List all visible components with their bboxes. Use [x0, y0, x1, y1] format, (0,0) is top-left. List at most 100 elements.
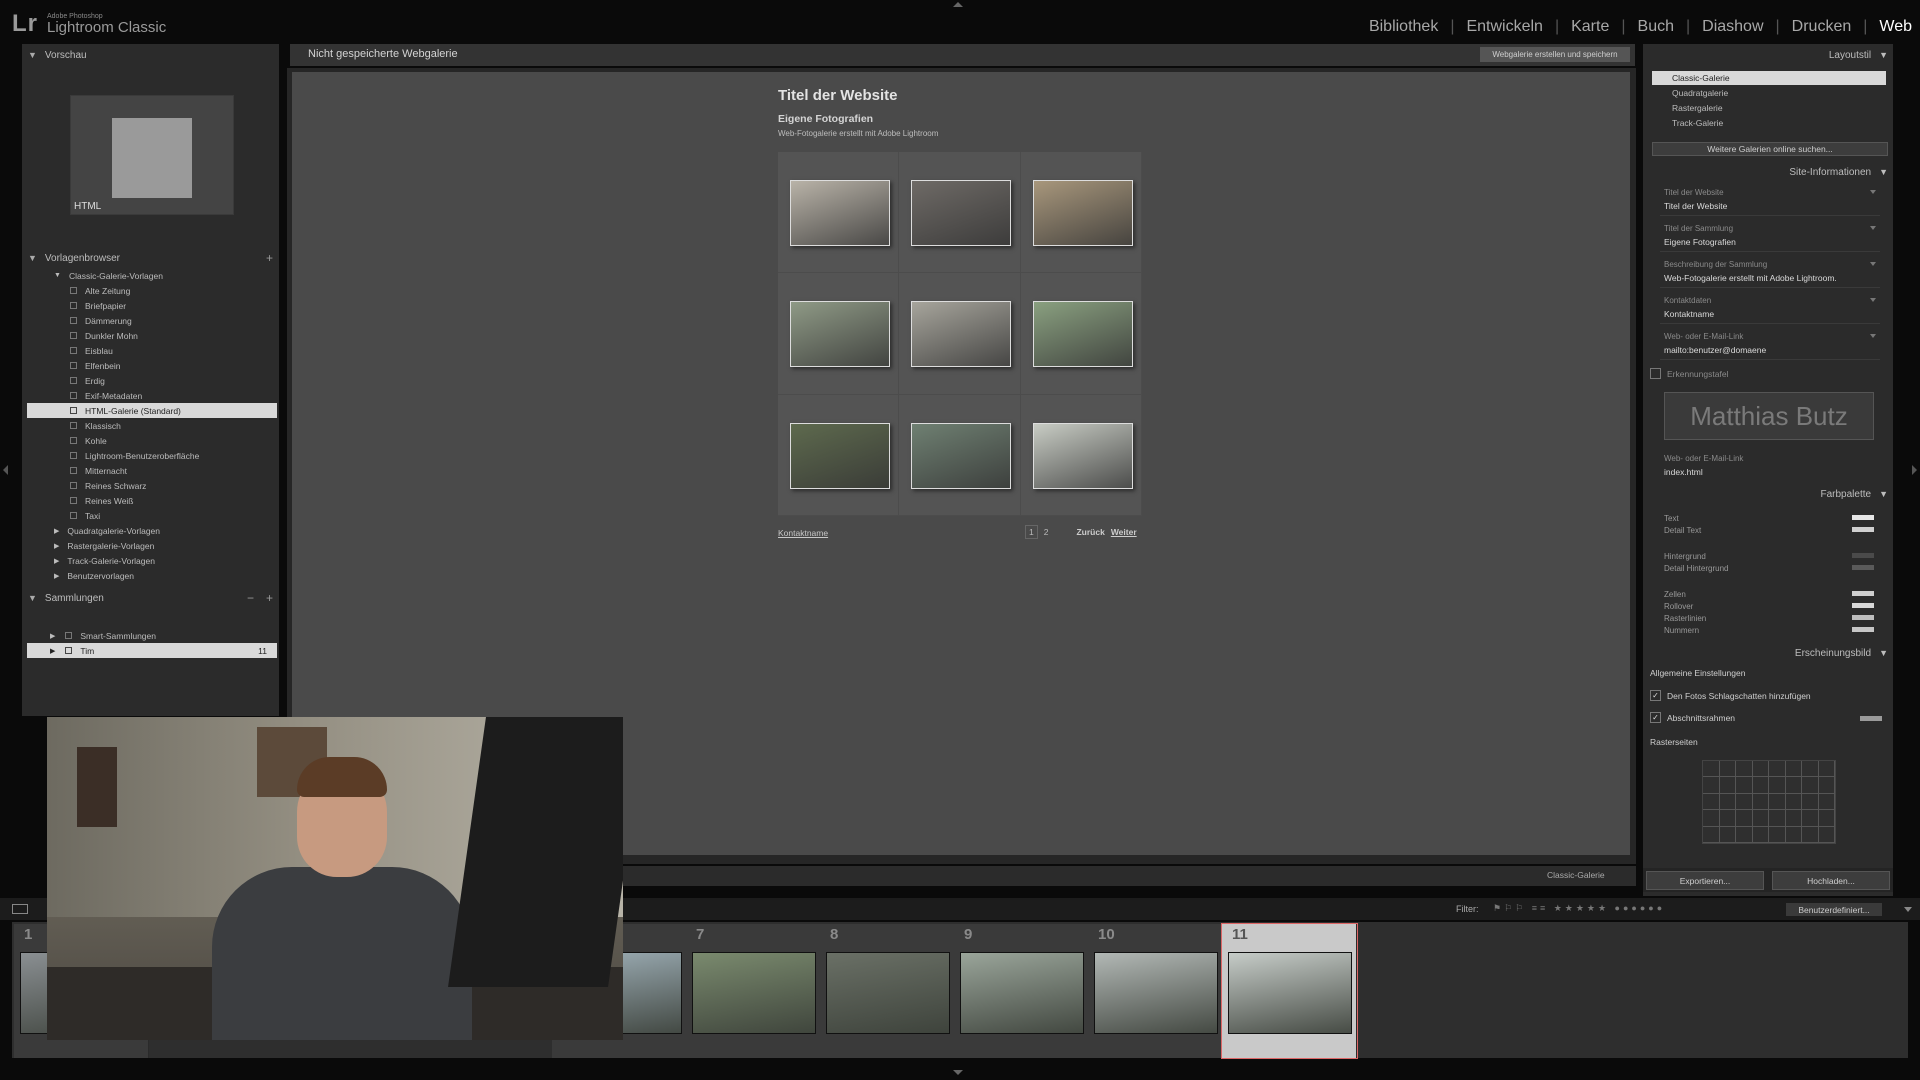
preview-panel-header[interactable]: ▼ Vorschau [22, 45, 279, 65]
grid-size-cell[interactable] [1769, 810, 1786, 827]
grid-size-cell[interactable] [1769, 826, 1786, 843]
next-page-link[interactable]: Weiter [1111, 527, 1137, 537]
grid-size-cell[interactable] [1703, 810, 1720, 827]
filmstrip-cell[interactable]: 9 [954, 924, 1089, 1058]
filmstrip-thumbnail[interactable] [960, 952, 1084, 1034]
site-info-field-value[interactable]: Web-Fotogalerie erstellt mit Adobe Light… [1664, 273, 1837, 283]
template-item[interactable]: Alte Zeitung [27, 283, 277, 298]
module-buch[interactable]: Buch [1638, 18, 1674, 36]
template-item[interactable]: Reines Weiß [27, 493, 277, 508]
filmstrip-thumbnail[interactable] [692, 952, 816, 1034]
collection-item-tim[interactable]: ▶ Tim 11 [27, 643, 277, 658]
remove-collection-icon[interactable]: − [247, 591, 254, 605]
template-item[interactable]: Erdig [27, 373, 277, 388]
grid-size-cell[interactable] [1769, 777, 1786, 794]
template-item[interactable]: Reines Schwarz [27, 478, 277, 493]
grid-size-cell[interactable] [1736, 761, 1753, 778]
right-panel-toggle-icon[interactable] [1912, 465, 1917, 475]
page-2-button[interactable]: 2 [1044, 527, 1049, 537]
site-info-header[interactable]: Site-Informationen ▼ [1789, 167, 1888, 178]
gallery-thumbnail[interactable] [1032, 180, 1133, 246]
layout-style-header[interactable]: Layoutstil ▼ [1829, 50, 1888, 61]
color-palette-row[interactable]: Rasterlinien [1664, 614, 1874, 623]
grid-size-cell[interactable] [1736, 793, 1753, 811]
field-dropdown-icon[interactable] [1870, 298, 1876, 302]
template-item[interactable]: Kohle [27, 433, 277, 448]
grid-size-cell[interactable] [1818, 761, 1835, 778]
gallery-thumbnail[interactable] [911, 301, 1012, 368]
template-item[interactable]: HTML-Galerie (Standard) [27, 403, 277, 418]
template-group[interactable]: ▶ Track-Galerie-Vorlagen [27, 553, 277, 568]
color-palette-row[interactable]: Rollover [1664, 602, 1874, 611]
grid-cell[interactable] [899, 394, 1021, 516]
grid-cell[interactable] [1020, 152, 1142, 274]
collection-description[interactable]: Web-Fotogalerie erstellt mit Adobe Light… [778, 129, 938, 138]
grid-size-cell[interactable] [1719, 777, 1736, 794]
module-entwickeln[interactable]: Entwickeln [1466, 18, 1542, 36]
template-item[interactable]: Klassisch [27, 418, 277, 433]
field-dropdown-icon[interactable] [1870, 334, 1876, 338]
flag-filter-icons[interactable]: ⚑⚐⚐ ≡≡ ★★★★★ ●●●●●● [1493, 903, 1665, 914]
module-diashow[interactable]: Diashow [1702, 18, 1763, 36]
grid-size-cell[interactable] [1703, 793, 1720, 811]
filter-lock-icon[interactable] [1904, 907, 1912, 912]
grid-size-cell[interactable] [1703, 826, 1720, 843]
grid-size-cell[interactable] [1736, 777, 1753, 794]
identity-link-field[interactable]: index.html [1664, 467, 1703, 477]
field-dropdown-icon[interactable] [1870, 262, 1876, 266]
grid-size-cell[interactable] [1719, 810, 1736, 827]
identity-plate[interactable]: Matthias Butz [1664, 392, 1874, 440]
left-panel-toggle-icon[interactable] [3, 465, 8, 475]
template-item[interactable]: Lightroom-Benutzeroberfläche [27, 448, 277, 463]
gallery-thumbnail[interactable] [1032, 422, 1133, 489]
gallery-thumbnail[interactable] [790, 180, 890, 246]
grid-size-cell[interactable] [1719, 826, 1736, 843]
color-palette-row[interactable]: Hintergrund [1664, 552, 1874, 561]
grid-view-icon[interactable] [12, 904, 28, 914]
gallery-thumbnail[interactable] [1032, 301, 1133, 368]
template-group[interactable]: ▶ Benutzervorlagen [27, 568, 277, 583]
gallery-thumbnail[interactable] [911, 180, 1012, 246]
filmstrip-cell[interactable]: 8 [820, 924, 955, 1058]
find-more-galleries-button[interactable]: Weitere Galerien online suchen... [1652, 142, 1888, 156]
gallery-thumbnail[interactable] [790, 422, 890, 489]
template-group[interactable]: ▶ Quadratgalerie-Vorlagen [27, 523, 277, 538]
template-group[interactable]: ▶ Rastergalerie-Vorlagen [27, 538, 277, 553]
template-item[interactable]: Exif-Metadaten [27, 388, 277, 403]
grid-size-cell[interactable] [1752, 793, 1769, 811]
grid-cell[interactable] [1020, 394, 1142, 516]
color-swatch[interactable] [1852, 565, 1874, 570]
color-palette-row[interactable]: Zellen [1664, 590, 1874, 599]
top-panel-toggle-icon[interactable] [953, 2, 963, 7]
grid-size-cell[interactable] [1703, 761, 1720, 778]
grid-size-cell[interactable] [1802, 761, 1819, 778]
template-browser-header[interactable]: ▼ Vorlagenbrowser + [22, 248, 279, 268]
layout-style-item[interactable]: Quadratgalerie [1652, 86, 1886, 100]
field-dropdown-icon[interactable] [1870, 190, 1876, 194]
layout-style-item[interactable]: Track-Galerie [1652, 116, 1886, 130]
grid-size-cell[interactable] [1752, 761, 1769, 778]
checkbox-checked-icon[interactable]: ✓ [1650, 712, 1661, 723]
template-item[interactable]: Taxi [27, 508, 277, 523]
filmstrip-cell[interactable]: 11 [1221, 923, 1358, 1059]
page-1-button[interactable]: 1 [1025, 525, 1038, 539]
template-item[interactable]: Elfenbein [27, 358, 277, 373]
gallery-thumbnail[interactable] [911, 422, 1012, 489]
grid-size-cell[interactable] [1703, 777, 1720, 794]
add-template-icon[interactable]: + [266, 251, 273, 265]
color-swatch[interactable] [1852, 527, 1874, 532]
grid-size-cell[interactable] [1769, 761, 1786, 778]
site-info-field-value[interactable]: mailto:benutzer@domaene [1664, 345, 1766, 355]
grid-cell[interactable] [899, 152, 1021, 274]
template-item[interactable]: Mitternacht [27, 463, 277, 478]
color-palette-row[interactable]: Detail Hintergrund [1664, 564, 1874, 573]
border-color-swatch[interactable] [1860, 716, 1882, 721]
site-info-field-value[interactable]: Eigene Fotografien [1664, 237, 1736, 247]
section-borders-option[interactable]: ✓ Abschnittsrahmen [1650, 712, 1735, 723]
filmstrip-thumbnail[interactable] [1094, 952, 1218, 1034]
grid-cell[interactable] [778, 394, 900, 516]
filmstrip-cell[interactable]: 10 [1088, 924, 1223, 1058]
grid-size-cell[interactable] [1719, 793, 1736, 811]
grid-size-cell[interactable] [1818, 826, 1835, 843]
color-swatch[interactable] [1852, 591, 1874, 596]
